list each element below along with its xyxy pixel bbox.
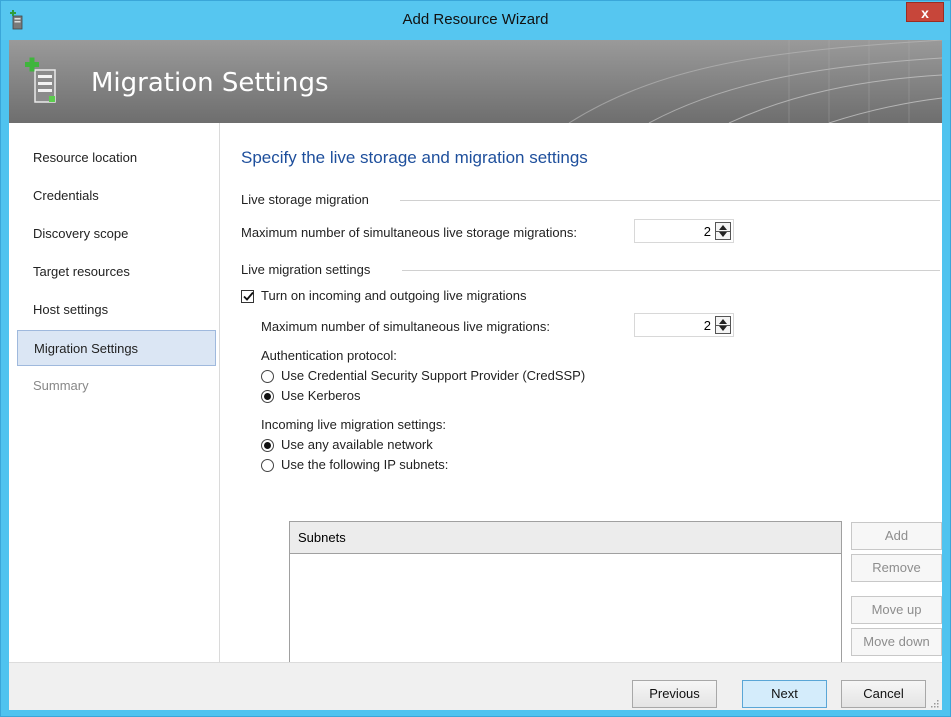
ip-subnets-radio[interactable] — [261, 459, 274, 472]
wizard-footer: Previous Next Cancel — [9, 662, 942, 710]
move-up-button[interactable]: Move up — [851, 596, 942, 624]
max-live-migrations-label: Maximum number of simultaneous live migr… — [261, 319, 550, 334]
max-storage-migrations-stepper[interactable]: 2 — [634, 219, 734, 243]
wizard-window: Add Resource Wizard x Migration Settings — [0, 0, 951, 717]
nav-item-discovery-scope[interactable]: Discovery scope — [9, 216, 217, 252]
auth-protocol-label: Authentication protocol: — [261, 348, 397, 363]
previous-button[interactable]: Previous — [632, 680, 717, 708]
credssp-label[interactable]: Use Credential Security Support Provider… — [281, 368, 585, 383]
turn-on-live-migrations-checkbox[interactable] — [241, 290, 254, 303]
subnets-list[interactable]: Subnets — [289, 521, 842, 681]
title-bar: Add Resource Wizard x — [1, 1, 950, 40]
next-button[interactable]: Next — [742, 680, 827, 708]
wizard-banner: Migration Settings — [9, 40, 942, 123]
nav-item-migration-settings[interactable]: Migration Settings — [17, 330, 216, 366]
stepper-value: 2 — [703, 318, 711, 333]
stepper-arrows-icon[interactable] — [715, 316, 731, 334]
resize-grip-icon[interactable] — [929, 698, 939, 708]
subnets-column-header[interactable]: Subnets — [290, 522, 841, 554]
nav-item-target-resources[interactable]: Target resources — [9, 254, 217, 290]
stepper-arrows-icon[interactable] — [715, 222, 731, 240]
nav-item-resource-location[interactable]: Resource location — [9, 140, 217, 176]
max-live-migrations-stepper[interactable]: 2 — [634, 313, 734, 337]
add-subnet-button[interactable]: Add — [851, 522, 942, 550]
ip-subnets-label[interactable]: Use the following IP subnets: — [281, 457, 448, 472]
page-heading: Specify the live storage and migration s… — [241, 148, 588, 167]
server-add-icon — [25, 57, 56, 103]
wizard-client: Migration Settings Resource location Cre… — [9, 40, 942, 710]
incoming-settings-label: Incoming live migration settings: — [261, 417, 446, 432]
remove-subnet-button[interactable]: Remove — [851, 554, 942, 582]
live-storage-group-label: Live storage migration — [241, 192, 369, 207]
cancel-button[interactable]: Cancel — [841, 680, 926, 708]
live-migration-group-label: Live migration settings — [241, 262, 371, 277]
kerberos-radio[interactable] — [261, 390, 274, 403]
credssp-radio[interactable] — [261, 370, 274, 383]
main-panel: Specify the live storage and migration s… — [220, 123, 942, 681]
close-button[interactable]: x — [906, 2, 944, 22]
move-down-button[interactable]: Move down — [851, 628, 942, 656]
nav-item-host-settings[interactable]: Host settings — [9, 292, 217, 328]
group-divider — [402, 270, 940, 271]
nav-item-summary: Summary — [33, 378, 89, 393]
banner-title: Migration Settings — [91, 68, 329, 98]
turn-on-live-migrations-label[interactable]: Turn on incoming and outgoing live migra… — [261, 288, 526, 303]
checkmark-icon — [243, 291, 254, 301]
any-network-label[interactable]: Use any available network — [281, 437, 433, 452]
group-divider — [400, 200, 940, 201]
stepper-value: 2 — [703, 224, 711, 239]
max-storage-migrations-label: Maximum number of simultaneous live stor… — [241, 225, 577, 240]
wizard-step-nav: Resource location Credentials Discovery … — [9, 123, 220, 662]
banner-wave-decoration — [568, 40, 942, 123]
nav-item-credentials[interactable]: Credentials — [9, 178, 217, 214]
any-network-radio[interactable] — [261, 439, 274, 452]
subnets-header-label: Subnets — [298, 530, 346, 545]
kerberos-label[interactable]: Use Kerberos — [281, 388, 360, 403]
window-title: Add Resource Wizard — [402, 11, 549, 28]
